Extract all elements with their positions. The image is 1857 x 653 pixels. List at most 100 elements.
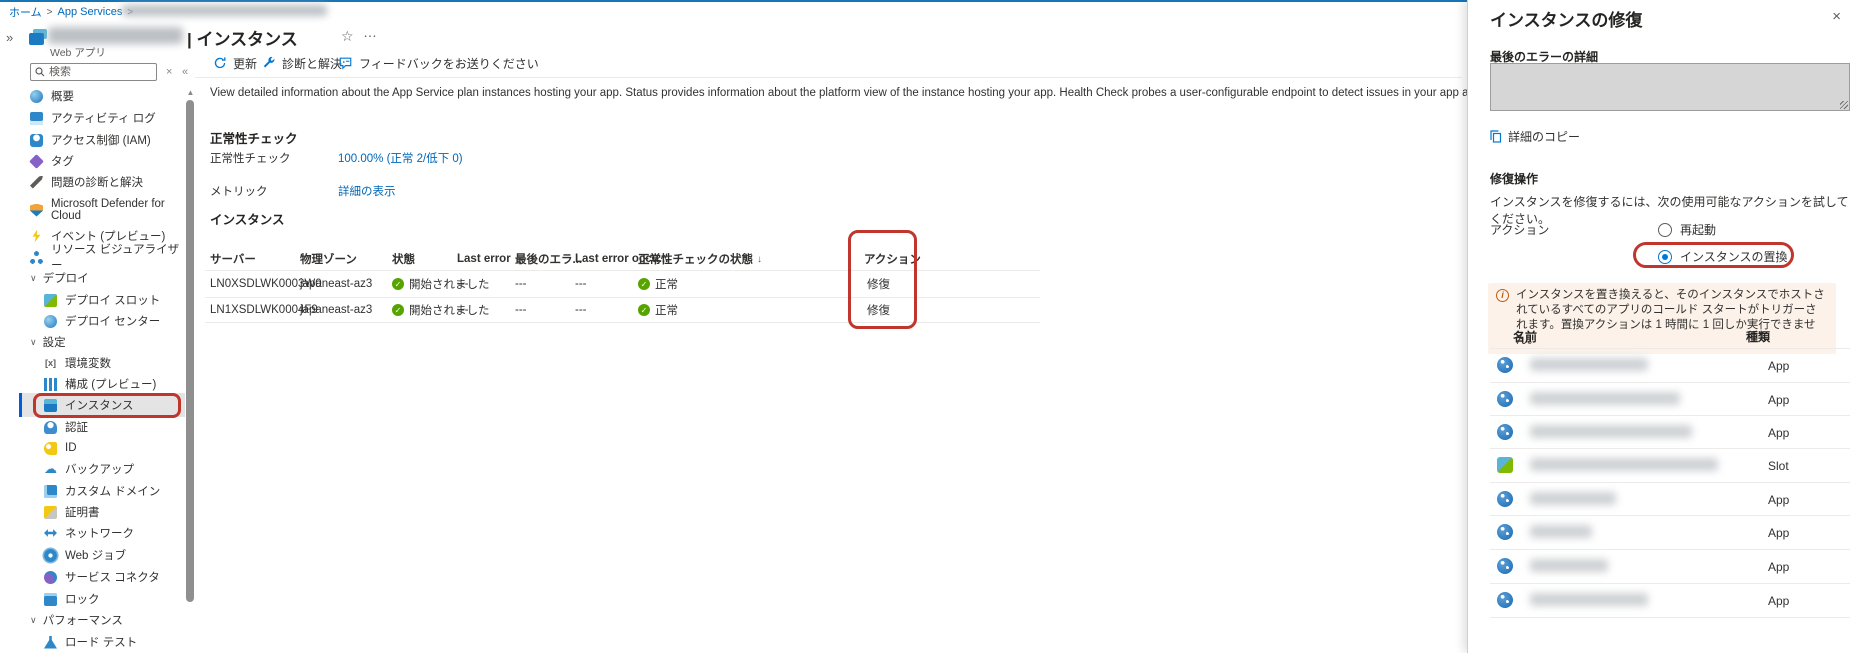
status-ok-icon: ✓ [392, 278, 404, 290]
resize-handle[interactable] [1840, 101, 1848, 109]
more-options-icon[interactable]: … [363, 24, 377, 40]
sidebar-item-service-connector[interactable]: サービス コネクタ [44, 566, 185, 588]
column-header-last-error[interactable]: Last error [457, 250, 511, 268]
cell-health: ✓正常 [638, 272, 678, 296]
resource-visualizer-icon [30, 251, 43, 264]
sidebar-item-load-testing[interactable]: ロード テスト [44, 631, 185, 653]
sidebar-item-deployment-center[interactable]: デプロイ センター [44, 310, 185, 332]
sidebar-group-settings[interactable]: ∨設定 [30, 331, 185, 353]
column-header-action[interactable]: アクション [864, 250, 921, 268]
app-row[interactable]: App [1490, 550, 1850, 583]
last-error-details-box[interactable] [1490, 63, 1850, 111]
sidebar-group-performance[interactable]: ∨パフォーマンス [30, 609, 185, 631]
clear-search-icon[interactable]: × [166, 66, 172, 78]
diagnose-solve-button[interactable]: 診断と解決 [262, 54, 342, 72]
sidebar-item-overview[interactable]: 概要 [30, 85, 185, 107]
radio-unselected-icon[interactable] [1658, 223, 1672, 237]
table-row[interactable]: LN1XSDLWK0004F9 japaneast-az3 ✓開始されました -… [205, 298, 1040, 322]
service-connector-icon [44, 571, 57, 584]
sidebar-item-diagnose[interactable]: 問題の診断と解決 [30, 171, 185, 193]
sidebar-item-networking[interactable]: ネットワーク [44, 522, 185, 544]
sidebar-item-tags[interactable]: タグ [30, 150, 185, 172]
radio-restart[interactable]: 再起動 [1658, 221, 1716, 238]
sidebar-scrollbar-thumb[interactable] [186, 100, 194, 602]
close-icon[interactable]: × [1832, 8, 1841, 25]
breadcrumb-app-services[interactable]: App Services [58, 6, 123, 18]
copy-details-button[interactable]: 詳細のコピー [1490, 128, 1580, 145]
metrics-details-link[interactable]: 詳細の表示 [338, 183, 396, 199]
copy-icon [1490, 130, 1502, 143]
repair-link[interactable]: 修復 [867, 298, 890, 322]
collapse-menu-icon[interactable]: « [182, 66, 188, 78]
sidebar-item-backups[interactable]: ☁バックアップ [44, 458, 185, 480]
sidebar-item-activity-log[interactable]: アクティビティ ログ [30, 107, 185, 129]
cell-status: ✓開始されました [392, 298, 490, 322]
cell-last-error-occurred: --- [575, 272, 587, 296]
app-icon [1497, 524, 1513, 540]
chevron-down-icon: ∨ [30, 273, 37, 284]
app-row[interactable]: Slot [1490, 449, 1850, 482]
sidebar-item-defender[interactable]: Microsoft Defender for Cloud [30, 196, 185, 224]
breadcrumb-separator: > [47, 7, 53, 18]
locks-icon [44, 593, 57, 606]
app-row[interactable]: App [1490, 416, 1850, 449]
table-row[interactable]: LN0XSDLWK0003W0 japaneast-az3 ✓開始されました -… [205, 272, 1040, 296]
webjobs-icon [44, 549, 57, 562]
sidebar-group-deployment[interactable]: ∨デプロイ [30, 267, 185, 289]
expand-breadcrumb-icon[interactable]: » [6, 30, 13, 45]
sidebar-item-deployment-slots[interactable]: デプロイ スロット [44, 289, 185, 311]
cell-health: ✓正常 [638, 298, 678, 322]
column-header-health-status[interactable]: 正常性チェックの状態↓ [638, 250, 762, 268]
sidebar-item-access-control[interactable]: アクセス制御 (IAM) [30, 129, 185, 151]
cell-zone: japaneast-az3 [300, 272, 372, 296]
refresh-icon [213, 56, 227, 70]
radio-selected-icon[interactable] [1658, 250, 1672, 264]
sidebar-search[interactable] [30, 63, 157, 81]
redacted-app-name [1530, 358, 1648, 371]
feedback-button[interactable]: フィードバックをお送りください [338, 54, 539, 72]
load-testing-icon [44, 636, 57, 649]
sidebar-item-environment-variables[interactable]: [x]環境変数 [44, 352, 185, 374]
app-row[interactable]: App [1490, 349, 1850, 382]
favorite-star-icon[interactable]: ☆ [341, 28, 354, 45]
radio-replace-instance[interactable]: インスタンスの置換 [1658, 248, 1788, 265]
metrics-label: メトリック [210, 183, 268, 199]
sidebar-item-certificates[interactable]: 証明書 [44, 501, 185, 523]
app-icon [1497, 558, 1513, 574]
app-row[interactable]: App [1490, 584, 1850, 617]
app-row[interactable]: App [1490, 516, 1850, 549]
access-control-icon [30, 134, 43, 147]
sidebar-item-custom-domains[interactable]: カスタム ドメイン [44, 480, 185, 502]
tags-icon [29, 154, 44, 169]
health-check-label: 正常性チェック [210, 150, 291, 166]
app-row[interactable]: App [1490, 383, 1850, 416]
column-header-status[interactable]: 状態 [392, 250, 415, 268]
refresh-button[interactable]: 更新 [213, 54, 257, 72]
activity-log-icon [30, 112, 43, 125]
sidebar-item-instances[interactable]: インスタンス [44, 394, 185, 416]
redacted-app-name [1530, 559, 1608, 572]
sidebar-item-locks[interactable]: ロック [44, 588, 185, 610]
app-row[interactable]: App [1490, 483, 1850, 516]
column-header-last-error-jp[interactable]: 最後のエラ... [515, 250, 582, 268]
repair-link[interactable]: 修復 [867, 272, 890, 296]
search-input[interactable] [49, 66, 149, 78]
health-check-value-link[interactable]: 100.00% (正常 2/低下 0) [338, 150, 463, 166]
scrollbar-up-icon[interactable]: ▲ [186, 88, 195, 97]
sidebar-item-webjobs[interactable]: Web ジョブ [44, 544, 185, 566]
column-header-server[interactable]: サーバー [210, 250, 256, 268]
column-header-zone[interactable]: 物理ゾーン [300, 250, 357, 268]
deployment-slots-icon [44, 294, 57, 307]
sidebar-item-authentication[interactable]: 認証 [44, 416, 185, 438]
breadcrumb-home[interactable]: ホーム [9, 4, 42, 20]
events-icon [30, 230, 43, 243]
sidebar-item-identity[interactable]: ID [44, 437, 185, 459]
sidebar-item-resource-visualizer[interactable]: リソース ビジュアライザー [30, 246, 185, 268]
apps-column-name: 名前 [1513, 328, 1537, 345]
sidebar-item-configuration[interactable]: 構成 (プレビュー) [44, 373, 185, 395]
azure-portal-page: ホーム > App Services > » | インスタンス ☆ … Web … [0, 0, 1857, 653]
page-title: | インスタンス [187, 25, 298, 50]
apps-column-type: 種類 [1746, 328, 1770, 345]
app-icon [1497, 391, 1513, 407]
custom-domains-icon [44, 485, 57, 498]
